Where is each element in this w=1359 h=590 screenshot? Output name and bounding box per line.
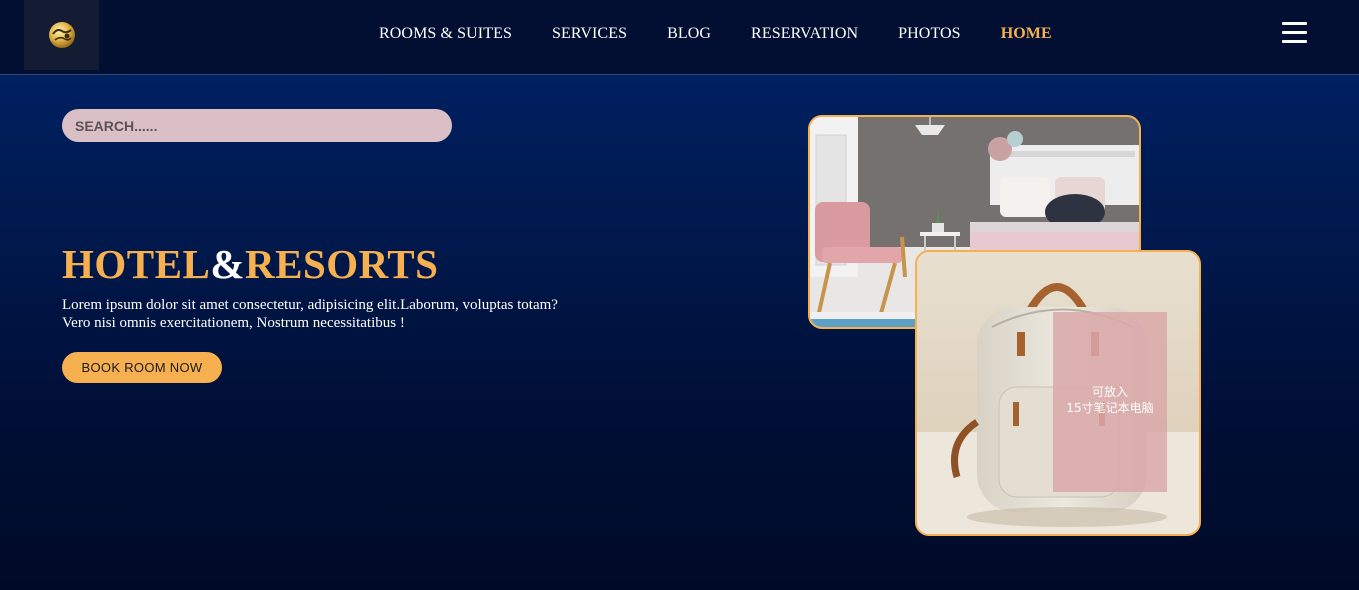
search-input[interactable] <box>62 109 452 142</box>
bag-caption-line1: 可放入 <box>1091 385 1128 399</box>
hero-title-hotel: HOTEL <box>62 241 211 287</box>
globe-logo-icon <box>48 22 75 48</box>
bag-image: 可放入 15寸笔记本电脑 <box>915 250 1201 536</box>
main-nav: ROOMS & SUITES SERVICES BLOG RESERVATION… <box>379 25 1092 43</box>
nav-services[interactable]: SERVICES <box>552 25 627 43</box>
nav-home[interactable]: HOME <box>1001 25 1052 43</box>
nav-blog[interactable]: BLOG <box>667 25 711 43</box>
navbar: ROOMS & SUITES SERVICES BLOG RESERVATION… <box>0 0 1359 75</box>
nav-rooms-suites[interactable]: ROOMS & SUITES <box>379 25 512 43</box>
hero-title-ampersand: & <box>210 241 245 287</box>
nav-reservation[interactable]: RESERVATION <box>751 25 858 43</box>
hamburger-menu-icon[interactable] <box>1282 22 1308 46</box>
nav-photos[interactable]: PHOTOS <box>898 25 961 43</box>
logo[interactable] <box>24 0 99 70</box>
hero-description: Lorem ipsum dolor sit amet consectetur, … <box>62 297 558 331</box>
bag-caption-line2: 15寸笔记本电脑 <box>1066 401 1154 415</box>
hero-title-resorts: RESORTS <box>244 241 439 287</box>
hero-title: HOTEL&RESORTS <box>62 240 438 288</box>
bag-caption: 可放入 15寸笔记本电脑 <box>1053 384 1167 416</box>
book-room-button[interactable]: BOOK ROOM NOW <box>62 352 222 383</box>
